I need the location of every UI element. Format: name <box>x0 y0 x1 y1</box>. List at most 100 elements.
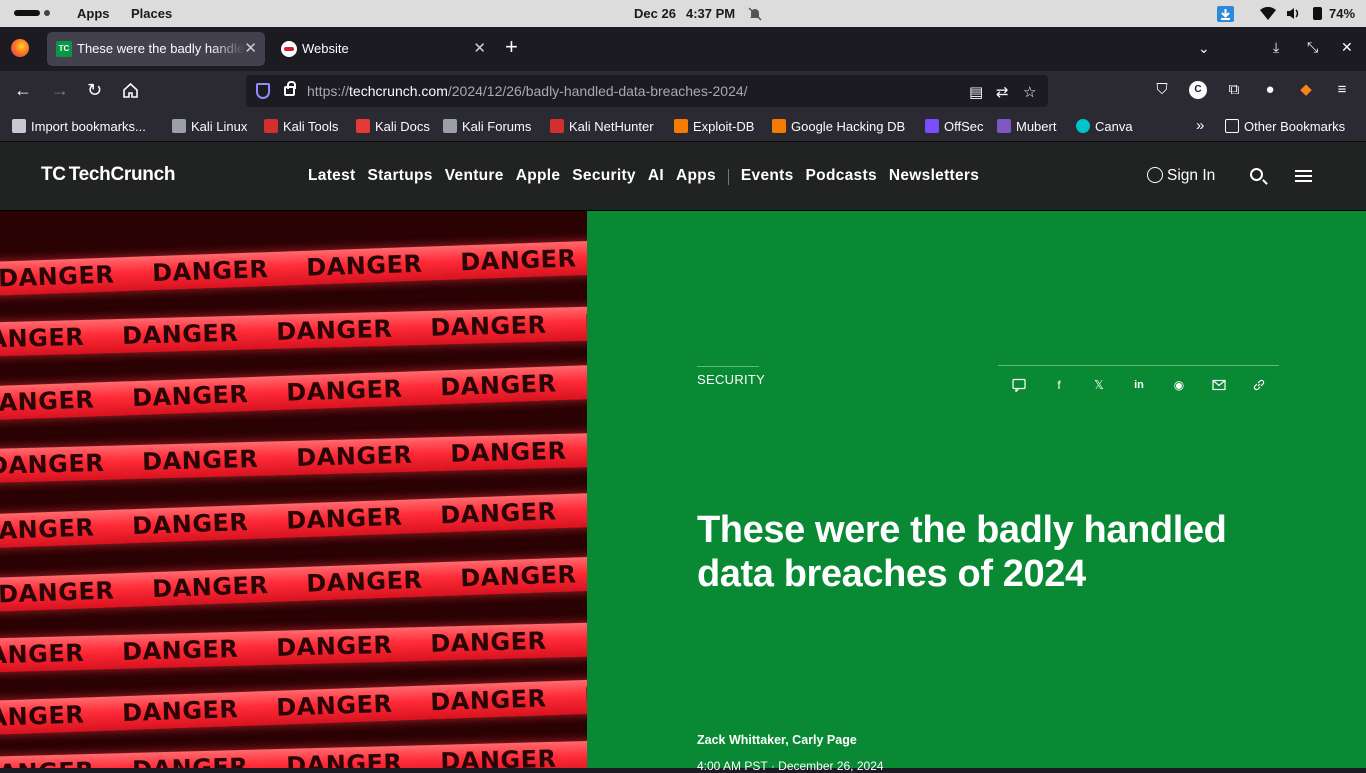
workspace-dot[interactable] <box>44 10 50 16</box>
search-icon[interactable] <box>1250 168 1263 181</box>
bookmark-google-hacking-db[interactable]: Google Hacking DB <box>772 119 905 134</box>
firefox-icon[interactable] <box>11 39 29 57</box>
reload-icon[interactable]: ↻ <box>87 80 102 100</box>
nav-events[interactable]: Events <box>741 167 794 185</box>
more-bookmarks-chevron-icon[interactable]: » <box>1196 117 1204 134</box>
tracking-protection-shield-icon[interactable] <box>256 83 270 99</box>
bookmark-kali-linux[interactable]: Kali Linux <box>172 119 247 134</box>
bookmark-kali-nethunter[interactable]: Kali NetHunter <box>550 119 654 134</box>
bookmark-offsec[interactable]: OffSec <box>925 119 984 134</box>
article-hero-image: DANGER DANGER DANGER DANGER DANGER DANGER DAN… <box>0 211 587 768</box>
folder-icon <box>1225 119 1239 133</box>
bookmark-exploit-db[interactable]: Exploit-DB <box>674 119 754 134</box>
article-header-panel: SECURITY f 𝕏 in ◉ These were the badly h… <box>587 211 1366 773</box>
website-favicon-icon <box>281 41 297 57</box>
home-icon[interactable] <box>122 82 139 99</box>
tab-title: These were the badly handled data breach… <box>77 41 245 56</box>
email-icon[interactable] <box>1212 378 1226 392</box>
copy-link-icon[interactable] <box>1252 378 1266 392</box>
volume-icon[interactable] <box>1286 7 1300 20</box>
bookmark-star-icon[interactable]: ☆ <box>1023 83 1036 101</box>
wifi-icon[interactable] <box>1260 7 1276 20</box>
navigation-toolbar: ← → ↻ https://techcrunch.com/2024/12/26/… <box>0 71 1366 111</box>
close-tab-icon[interactable]: ✕ <box>473 39 486 57</box>
battery-percent: 74% <box>1329 6 1356 21</box>
bookmark-mubert[interactable]: Mubert <box>997 119 1056 134</box>
nav-apple[interactable]: Apple <box>516 167 561 185</box>
article-authors[interactable]: Zack Whittaker, Carly Page <box>697 733 857 747</box>
bookmark-kali-tools[interactable]: Kali Tools <box>264 119 338 134</box>
menu-hamburger-icon[interactable] <box>1295 170 1312 182</box>
nav-venture[interactable]: Venture <box>445 167 504 185</box>
browser-tab-strip: TC These were the badly handled data bre… <box>0 27 1366 71</box>
new-tab-button[interactable]: + <box>505 36 518 58</box>
exploit-db-icon <box>674 119 688 133</box>
nav-apps[interactable]: Apps <box>676 167 716 185</box>
facebook-icon[interactable]: f <box>1052 378 1066 392</box>
kali-nethunter-icon <box>550 119 564 133</box>
nav-podcasts[interactable]: Podcasts <box>806 167 877 185</box>
bookmark-kali-forums[interactable]: Kali Forums <box>443 119 531 134</box>
metamask-fox-icon[interactable]: ◆ <box>1297 81 1315 99</box>
bookmark-other-folder[interactable]: Other Bookmarks <box>1225 119 1345 134</box>
minimize-icon[interactable]: ⤓ <box>1273 39 1279 56</box>
nav-startups[interactable]: Startups <box>367 167 432 185</box>
nav-ai[interactable]: AI <box>648 167 664 185</box>
lock-icon[interactable] <box>284 81 296 96</box>
close-tab-icon[interactable]: ✕ <box>244 39 257 57</box>
x-twitter-icon[interactable]: 𝕏 <box>1092 378 1106 392</box>
danger-tape: DANGERDANGERDANGERDANGER <box>0 239 587 297</box>
tab-title: Website <box>302 41 349 56</box>
offsec-icon <box>925 119 939 133</box>
canva-icon <box>1076 119 1090 133</box>
kali-forums-icon <box>443 119 457 133</box>
back-arrow-icon[interactable]: ← <box>14 80 32 100</box>
system-top-bar: Apps Places Dec 26 4:37 PM 74% <box>0 0 1366 27</box>
places-menu[interactable]: Places <box>131 6 172 21</box>
forward-arrow-icon[interactable]: → <box>51 80 69 100</box>
nav-newsletters[interactable]: Newsletters <box>889 167 979 185</box>
danger-tape: DANGERDANGERDANGERDANGER <box>0 622 587 674</box>
translate-icon[interactable]: ⇄ <box>996 83 1009 101</box>
ghdb-icon <box>772 119 786 133</box>
extension-cookie-icon[interactable]: ● <box>1261 81 1279 99</box>
sign-in-button[interactable]: Sign In <box>1147 167 1215 185</box>
nav-latest[interactable]: Latest <box>308 167 355 185</box>
apps-menu[interactable]: Apps <box>77 6 110 21</box>
restore-icon[interactable]: ⤡ <box>1307 39 1318 56</box>
clock-date[interactable]: Dec 26 <box>634 6 676 21</box>
reddit-icon[interactable]: ◉ <box>1172 378 1186 392</box>
notifications-muted-icon[interactable] <box>748 7 762 21</box>
techcrunch-logo[interactable]: TC TechCrunch <box>41 164 175 186</box>
nav-security[interactable]: Security <box>572 167 636 185</box>
import-icon <box>12 119 26 133</box>
battery-icon[interactable] <box>1313 7 1322 20</box>
article-category-link[interactable]: SECURITY <box>697 366 765 387</box>
danger-tape: DANGERDANGERDANGERDANGER <box>0 492 587 550</box>
workspace-indicator[interactable] <box>14 10 40 16</box>
download-indicator-icon[interactable] <box>1217 6 1234 22</box>
comment-icon[interactable] <box>1012 378 1026 392</box>
bookmark-import[interactable]: Import bookmarks... <box>12 119 146 134</box>
article-date: 4:00 AM PST · December 26, 2024 <box>697 759 884 773</box>
app-menu-icon[interactable]: ≡ <box>1333 81 1351 99</box>
close-window-icon[interactable]: ✕ <box>1341 39 1353 56</box>
extensions-icon[interactable]: ⧉ <box>1225 81 1243 99</box>
danger-tape: DANGERDANGERDANGERDANGER <box>0 740 587 768</box>
techcrunch-header: TC TechCrunch Latest Startups Venture App… <box>0 142 1366 211</box>
reader-view-icon[interactable]: ▤ <box>969 83 983 101</box>
address-bar[interactable]: https://techcrunch.com/2024/12/26/badly-… <box>246 75 1048 107</box>
list-all-tabs-icon[interactable]: ⌄ <box>1198 40 1210 57</box>
tab-website[interactable]: Website ✕ <box>272 32 494 66</box>
url-text[interactable]: https://techcrunch.com/2024/12/26/badly-… <box>307 83 748 99</box>
bookmark-canva[interactable]: Canva <box>1076 119 1133 134</box>
linkedin-icon[interactable]: in <box>1132 378 1146 392</box>
clock-time[interactable]: 4:37 PM <box>686 6 735 21</box>
kali-docs-icon <box>356 119 370 133</box>
pocket-icon[interactable]: ⛉ <box>1153 81 1171 99</box>
tc-logo-icon: TC <box>41 164 66 185</box>
bookmark-kali-docs[interactable]: Kali Docs <box>356 119 430 134</box>
account-c-icon[interactable]: C <box>1189 81 1207 99</box>
tab-techcrunch[interactable]: TC These were the badly handled data bre… <box>47 32 265 66</box>
kali-tools-icon <box>264 119 278 133</box>
